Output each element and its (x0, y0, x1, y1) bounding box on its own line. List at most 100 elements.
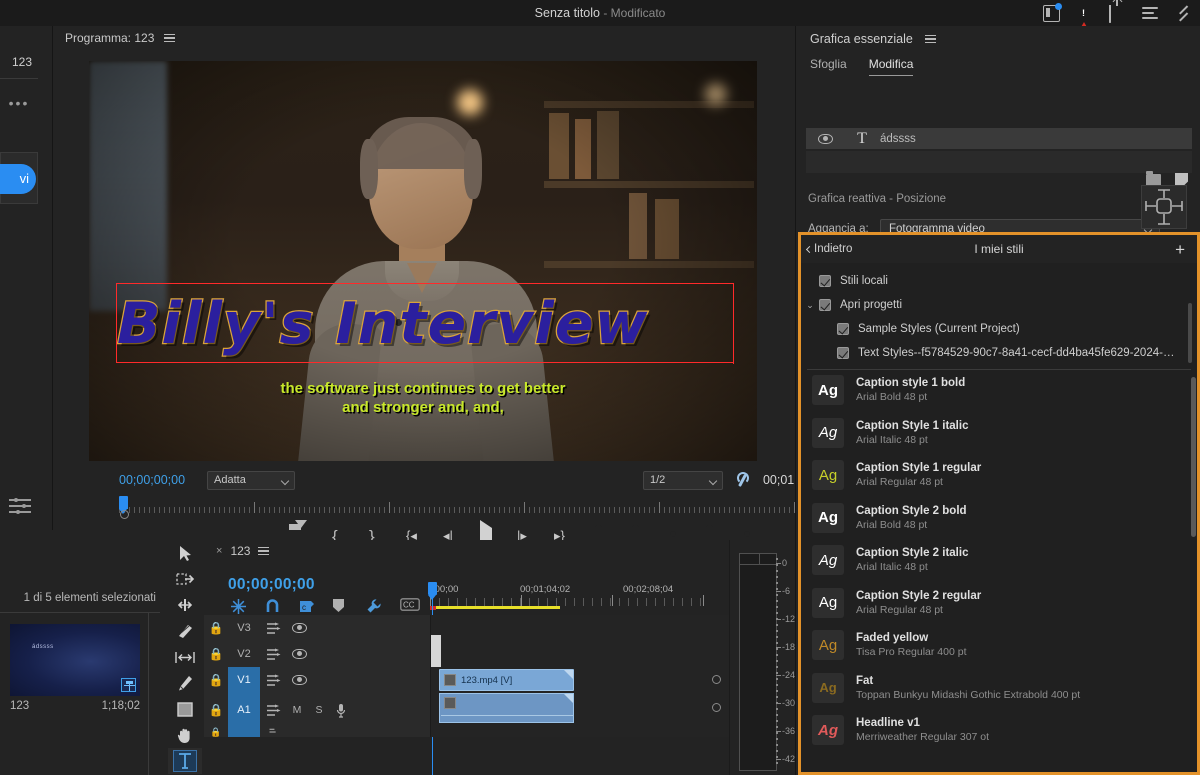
track-body-a2[interactable] (430, 727, 729, 737)
eye-icon[interactable] (806, 133, 844, 144)
marker-icon[interactable] (332, 598, 349, 615)
mute-button[interactable]: M (286, 704, 308, 716)
left-strip-pill-button[interactable]: vi (0, 164, 36, 194)
settings-wrench-icon[interactable] (735, 472, 751, 488)
style-source-row[interactable]: Stili locali (801, 269, 1197, 293)
panel-menu-icon[interactable] (164, 33, 176, 43)
linked-selection-icon[interactable] (230, 598, 247, 615)
checkbox[interactable] (819, 275, 831, 287)
add-style-button[interactable]: + (1175, 241, 1185, 258)
menu-lines-icon[interactable] (1142, 5, 1159, 22)
text-selection-bounding-box[interactable] (116, 283, 734, 364)
lock-icon[interactable]: 🔒 (204, 727, 228, 738)
timeline-playhead[interactable] (428, 582, 437, 600)
program-playhead[interactable] (119, 496, 128, 514)
track-header-a1[interactable]: 🔒 A1 M S (204, 693, 430, 727)
tab-modifica[interactable]: Modifica (868, 57, 914, 76)
style-list-item[interactable]: Ag Caption Style 2 italic Arial Italic 4… (804, 539, 1200, 582)
sync-lock-icon[interactable] (260, 648, 286, 661)
track-keyframe-knob[interactable] (712, 675, 721, 684)
timeline-ruler[interactable]: ;00;00 00;01;04;02 00;02;08;04 (430, 584, 708, 606)
warning-icon[interactable] (1076, 4, 1093, 36)
graphics-layer-row[interactable]: T ádssss (806, 128, 1192, 149)
close-icon[interactable]: × (216, 545, 222, 557)
checkbox[interactable] (819, 299, 831, 311)
settings-wrench-icon[interactable] (366, 598, 383, 615)
checkbox[interactable] (837, 347, 849, 359)
track-name-v3[interactable]: V3 (228, 615, 260, 641)
tab-sfoglia[interactable]: Sfoglia (810, 57, 847, 75)
sources-scrollbar[interactable] (1188, 303, 1192, 363)
style-source-row[interactable]: ⌄ Apri progetti (801, 293, 1197, 317)
track-body-v2[interactable] (430, 635, 729, 667)
slip-tool[interactable] (168, 644, 202, 670)
graphics-layer-name[interactable]: ádssss (880, 133, 916, 145)
sync-lock-icon[interactable] (260, 728, 286, 736)
style-list-item[interactable]: Ag Fat Toppan Bunkyu Midashi Gothic Extr… (804, 667, 1200, 710)
track-header-v2[interactable]: 🔒 V2 (204, 641, 430, 667)
overflow-menu-icon[interactable]: ••• (0, 95, 38, 111)
anchor-frame-icon[interactable] (1141, 185, 1187, 229)
track-name-v2[interactable]: V2 (228, 641, 260, 667)
rectangle-tool[interactable] (168, 696, 202, 722)
settings-sliders-icon[interactable] (9, 496, 31, 516)
timeline-tab-label[interactable]: 123 (230, 544, 250, 558)
style-list-item[interactable]: Ag Faded yellow Tisa Pro Regular 400 pt (804, 624, 1200, 667)
style-list-item[interactable]: Ag Caption Style 1 regular Arial Regular… (804, 454, 1200, 497)
razor-tool[interactable] (168, 618, 202, 644)
timeline-playhead-timecode[interactable]: 00;00;00;00 (228, 576, 315, 594)
track-keyframe-knob[interactable] (712, 703, 721, 712)
program-monitor-viewport[interactable]: Billy's Interview the software just cont… (89, 61, 757, 461)
track-body-v1[interactable]: 123.mp4 [V] (430, 667, 729, 693)
work-area-bar[interactable] (432, 606, 560, 609)
style-list-item[interactable]: Ag Caption Style 2 bold Arial Bold 48 pt (804, 497, 1200, 540)
zoom-level-select[interactable]: Adatta (207, 470, 296, 490)
checkbox[interactable] (837, 323, 849, 335)
style-source-row[interactable]: Sample Styles (Current Project) (801, 317, 1197, 341)
track-name-v1[interactable]: V1 (228, 667, 260, 693)
eye-icon[interactable] (286, 675, 312, 685)
playback-resolution-select[interactable]: 1/2 (642, 470, 723, 490)
pen-tool[interactable] (168, 670, 202, 696)
lock-icon[interactable]: 🔒 (204, 621, 228, 635)
program-scrub-bar[interactable] (119, 496, 839, 519)
program-playhead-timecode[interactable]: 00;00;00;00 (119, 473, 185, 487)
style-list-item[interactable]: Ag Caption Style 2 regular Arial Regular… (804, 582, 1200, 625)
markers-icon[interactable]: c (298, 598, 315, 615)
audio-meter-bars[interactable] (739, 553, 778, 771)
track-name-a2[interactable] (228, 727, 260, 737)
disclosure-triangle-icon[interactable]: ⌄ (801, 300, 819, 311)
graphic-clip-fragment[interactable] (431, 635, 441, 667)
style-list-item[interactable]: Ag Caption Style 1 italic Arial Italic 4… (804, 412, 1200, 455)
style-list-item[interactable]: Ag Caption style 1 bold Arial Bold 48 pt (804, 369, 1200, 412)
track-header-a2[interactable]: 🔒 (204, 727, 430, 737)
panel-menu-icon[interactable] (924, 34, 936, 44)
track-body-v3[interactable] (430, 615, 729, 641)
track-select-forward-tool[interactable] (168, 566, 202, 592)
timeline-clip-audio[interactable] (439, 693, 574, 723)
style-list-item[interactable]: Ag Headline v1 Merriweather Regular 307 … (804, 709, 1200, 752)
type-tool[interactable] (168, 748, 202, 774)
sync-lock-icon[interactable] (260, 704, 286, 717)
styles-scrollbar[interactable] (1191, 377, 1196, 537)
style-source-row[interactable]: Text Styles--f5784529-90c7-8a41-cecf-dd4… (801, 341, 1197, 365)
eye-icon[interactable] (286, 649, 312, 659)
microphone-icon[interactable] (330, 703, 352, 718)
snap-icon[interactable] (264, 598, 281, 615)
project-item-thumbnail[interactable]: ádssss (10, 624, 140, 696)
eye-icon[interactable] (286, 623, 312, 633)
sync-lock-icon[interactable] (260, 622, 286, 635)
selection-tool[interactable] (168, 540, 202, 566)
sync-lock-icon[interactable] (260, 674, 286, 687)
new-folder-icon[interactable] (1146, 170, 1161, 186)
panel-badge-icon[interactable] (1043, 2, 1062, 22)
in-point-handle[interactable] (120, 510, 129, 519)
closed-captions-icon[interactable]: CC (400, 598, 420, 615)
panel-menu-icon[interactable] (258, 546, 270, 556)
fullscreen-icon[interactable] (1175, 5, 1192, 22)
track-name-a1[interactable]: A1 (228, 693, 260, 727)
lock-icon[interactable]: 🔒 (204, 647, 228, 661)
solo-button[interactable]: S (308, 704, 330, 716)
track-body-a1[interactable] (430, 693, 729, 727)
track-header-v3[interactable]: 🔒 V3 (204, 615, 430, 641)
